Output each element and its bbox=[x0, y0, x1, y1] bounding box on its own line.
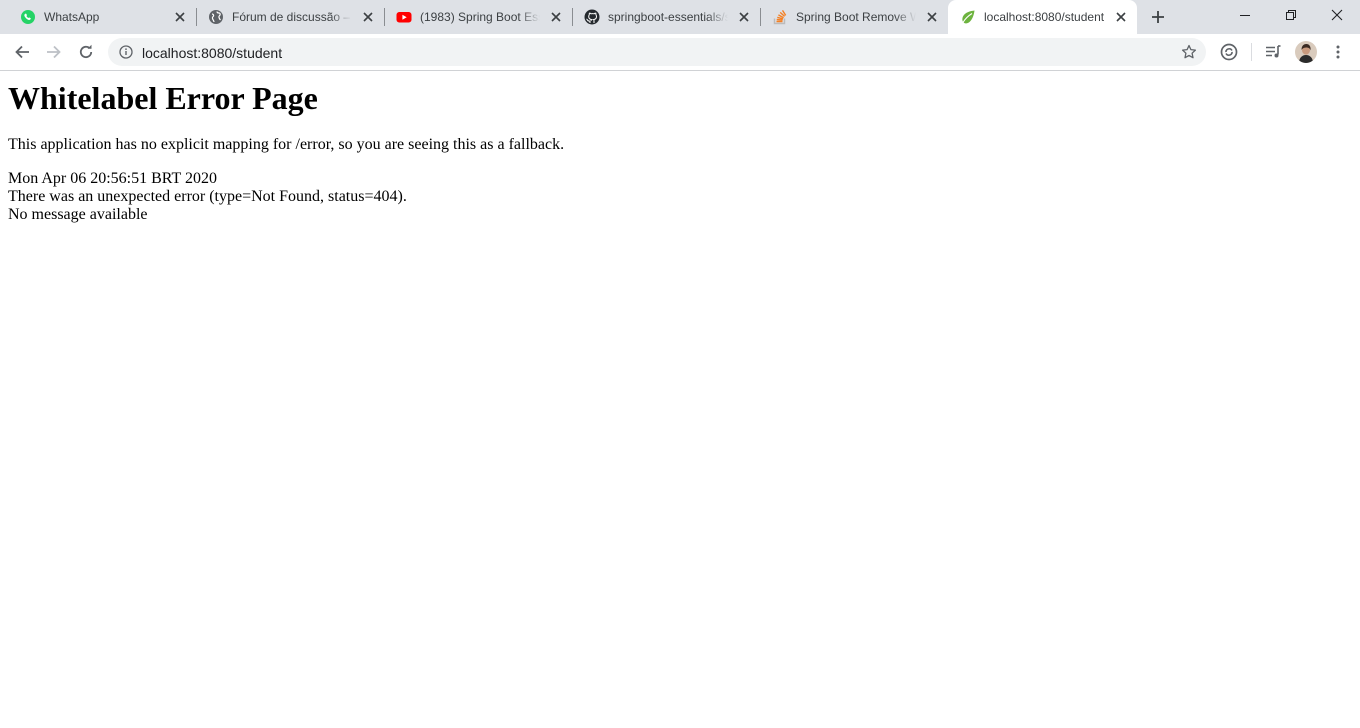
close-tab-icon[interactable] bbox=[736, 9, 752, 25]
tab-stackoverflow[interactable]: Spring Boot Remove W bbox=[760, 0, 948, 34]
close-tab-icon[interactable] bbox=[548, 9, 564, 25]
browser-toolbar: localhost:8080/student bbox=[0, 34, 1360, 71]
new-tab-icon[interactable] bbox=[1149, 8, 1167, 26]
more-menu-icon[interactable] bbox=[1326, 40, 1350, 64]
url-text[interactable]: localhost:8080/student bbox=[142, 45, 282, 61]
back-arrow-icon[interactable] bbox=[10, 40, 34, 64]
minimize-window-icon[interactable] bbox=[1222, 0, 1268, 30]
toolbar-divider bbox=[1251, 43, 1252, 61]
restore-window-icon[interactable] bbox=[1268, 0, 1314, 30]
profile-avatar[interactable] bbox=[1294, 40, 1318, 64]
address-bar[interactable]: localhost:8080/student bbox=[108, 38, 1206, 66]
globe-icon bbox=[208, 9, 224, 25]
error-message: No message available bbox=[8, 206, 148, 223]
bookmark-star-icon[interactable] bbox=[1180, 43, 1198, 61]
tab-title: springboot-essentials/s bbox=[608, 10, 728, 24]
tab-title: WhatsApp bbox=[44, 10, 100, 24]
reload-icon[interactable] bbox=[74, 40, 98, 64]
tab-title: Fórum de discussão – 2 bbox=[232, 10, 352, 24]
tab-youtube[interactable]: (1983) Spring Boot Essentials bbox=[384, 0, 573, 34]
fallback-description: This application has no explicit mapping… bbox=[8, 136, 565, 153]
error-timestamp: Mon Apr 06 20:56:51 BRT 2020 bbox=[8, 170, 217, 187]
stackoverflow-icon bbox=[772, 9, 788, 25]
tab-localhost-student[interactable]: localhost:8080/student bbox=[948, 0, 1137, 34]
tab-title: Spring Boot Remove W bbox=[796, 10, 916, 24]
page-content: Whitelabel Error Page This application h… bbox=[8, 71, 1352, 224]
close-tab-icon[interactable] bbox=[924, 9, 940, 25]
tab-title: (1983) Spring Boot Essentials bbox=[420, 10, 540, 24]
site-info-icon[interactable] bbox=[118, 44, 134, 60]
close-tab-icon[interactable] bbox=[360, 9, 376, 25]
close-window-icon[interactable] bbox=[1314, 0, 1360, 30]
forward-arrow-icon[interactable] bbox=[42, 40, 66, 64]
tab-strip: WhatsApp Fórum de discussão – 2 (1983) S… bbox=[0, 0, 1360, 34]
tab-forum[interactable]: Fórum de discussão – 2 bbox=[196, 0, 385, 34]
media-controls-icon[interactable] bbox=[1261, 40, 1285, 64]
close-tab-icon[interactable] bbox=[172, 9, 188, 25]
tab-github[interactable]: springboot-essentials/s bbox=[572, 0, 761, 34]
error-status: There was an unexpected error (type=Not … bbox=[8, 188, 407, 205]
github-icon bbox=[584, 9, 600, 25]
whatsapp-icon bbox=[20, 9, 36, 25]
tab-title: localhost:8080/student bbox=[984, 10, 1105, 24]
tab-whatsapp[interactable]: WhatsApp bbox=[0, 0, 197, 34]
page-title: Whitelabel Error Page bbox=[8, 80, 318, 116]
extension-sync-icon[interactable] bbox=[1217, 40, 1241, 64]
close-tab-icon[interactable] bbox=[1113, 9, 1129, 25]
spring-leaf-icon bbox=[960, 9, 976, 25]
error-details: Mon Apr 06 20:56:51 BRT 2020 There was a… bbox=[8, 170, 1352, 224]
youtube-icon bbox=[396, 9, 412, 25]
